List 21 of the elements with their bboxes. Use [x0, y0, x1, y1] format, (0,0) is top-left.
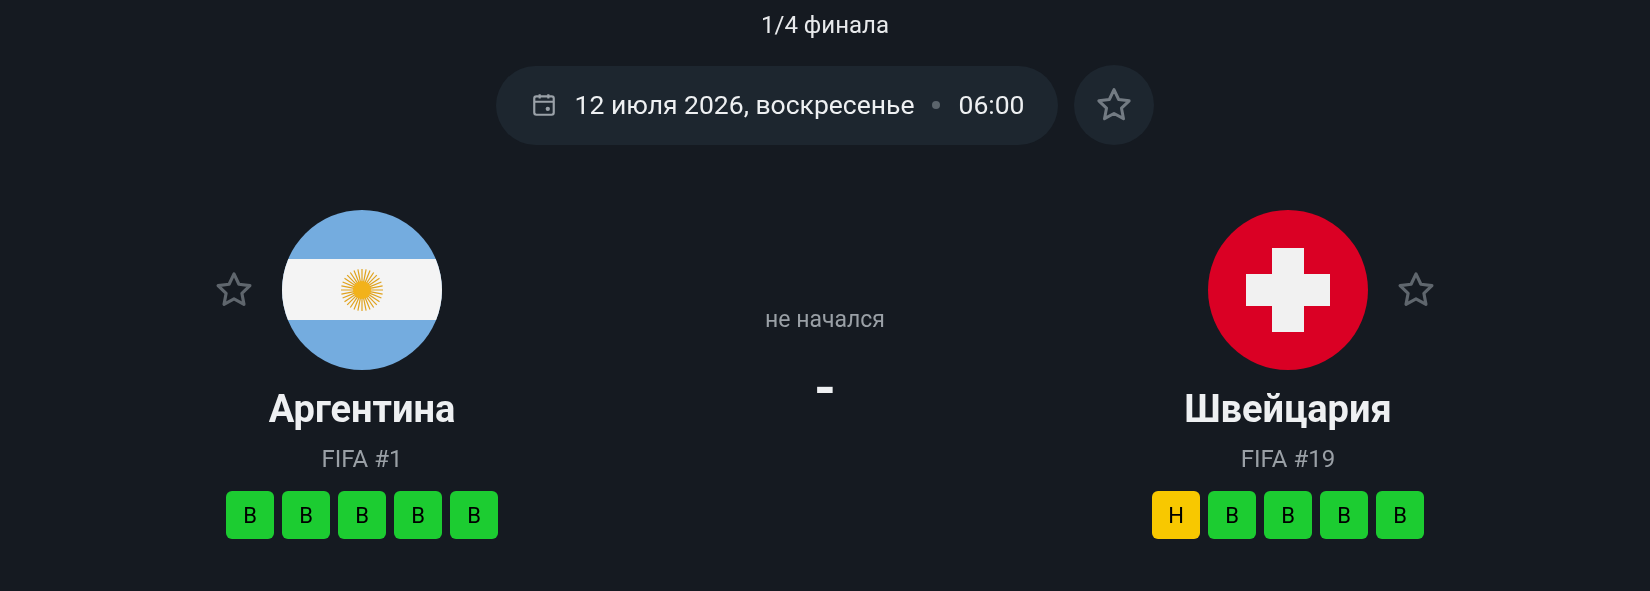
team-name: Аргентина — [268, 387, 456, 431]
form-badge: В — [226, 491, 274, 539]
match-time: 06:00 — [958, 88, 1025, 123]
calendar-icon — [530, 92, 557, 118]
form-badge: Н — [1152, 491, 1200, 539]
score: - — [813, 357, 837, 418]
form-badge: В — [1376, 491, 1424, 539]
team-name: Швейцария — [1184, 387, 1392, 431]
form-badge: В — [1320, 491, 1368, 539]
form-badge: В — [338, 491, 386, 539]
form-badge: В — [282, 491, 330, 539]
match-date: 12 июля 2026, воскресенье — [574, 88, 915, 123]
stage-title: 1/4 финала — [761, 11, 889, 39]
fifa-ranking: FIFA #19 — [1240, 444, 1336, 474]
match-status: не начался — [765, 305, 885, 335]
form-badge: В — [1264, 491, 1312, 539]
form-badge: В — [394, 491, 442, 539]
form-badge: В — [1208, 491, 1256, 539]
fifa-ranking: FIFA #1 — [321, 444, 403, 474]
flag-icon — [1208, 210, 1368, 370]
form-badge: В — [450, 491, 498, 539]
